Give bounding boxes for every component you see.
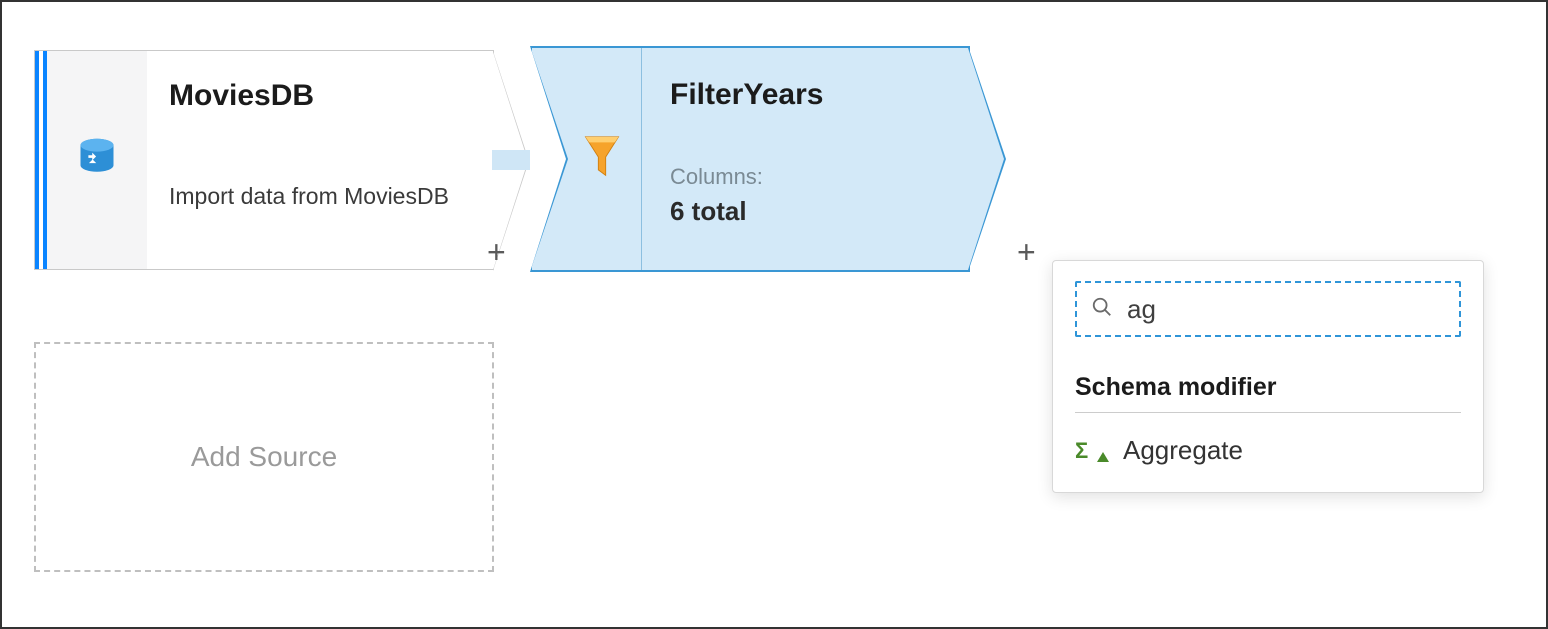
filter-columns-value: 6 total — [670, 196, 946, 227]
funnel-icon — [583, 135, 621, 184]
source-icon-column — [47, 51, 147, 269]
source-title: MoviesDB — [169, 79, 471, 113]
search-icon — [1091, 296, 1113, 323]
filter-node-filteryears[interactable]: FilterYears Columns: 6 total — [530, 46, 970, 272]
search-value: ag — [1127, 294, 1156, 325]
node-arrow-tip — [968, 46, 1006, 272]
selection-accent-bar — [35, 51, 47, 269]
source-body: MoviesDB Import data from MoviesDB — [147, 51, 493, 269]
add-step-button[interactable]: + — [1017, 234, 1036, 271]
database-icon — [75, 136, 119, 185]
source-subtitle: Import data from MoviesDB — [169, 183, 471, 210]
aggregate-icon: Σ — [1075, 438, 1105, 464]
filter-title: FilterYears — [670, 78, 946, 112]
source-node-moviesdb[interactable]: MoviesDB Import data from MoviesDB — [34, 50, 494, 270]
add-transformation-popup: ag Schema modifier Σ Aggregate — [1052, 260, 1484, 493]
dataflow-canvas[interactable]: MoviesDB Import data from MoviesDB + Fil… — [2, 2, 1546, 627]
connector-line — [492, 150, 532, 170]
add-step-button[interactable]: + — [487, 234, 506, 271]
add-source-placeholder[interactable]: Add Source — [34, 342, 494, 572]
filter-columns-label: Columns: — [670, 164, 946, 190]
popup-section-header: Schema modifier — [1075, 373, 1461, 413]
result-aggregate[interactable]: Σ Aggregate — [1075, 435, 1461, 466]
node-notch — [530, 46, 566, 272]
result-label: Aggregate — [1123, 435, 1243, 466]
transformation-search-input[interactable]: ag — [1075, 281, 1461, 337]
filter-body: FilterYears Columns: 6 total — [642, 48, 968, 270]
